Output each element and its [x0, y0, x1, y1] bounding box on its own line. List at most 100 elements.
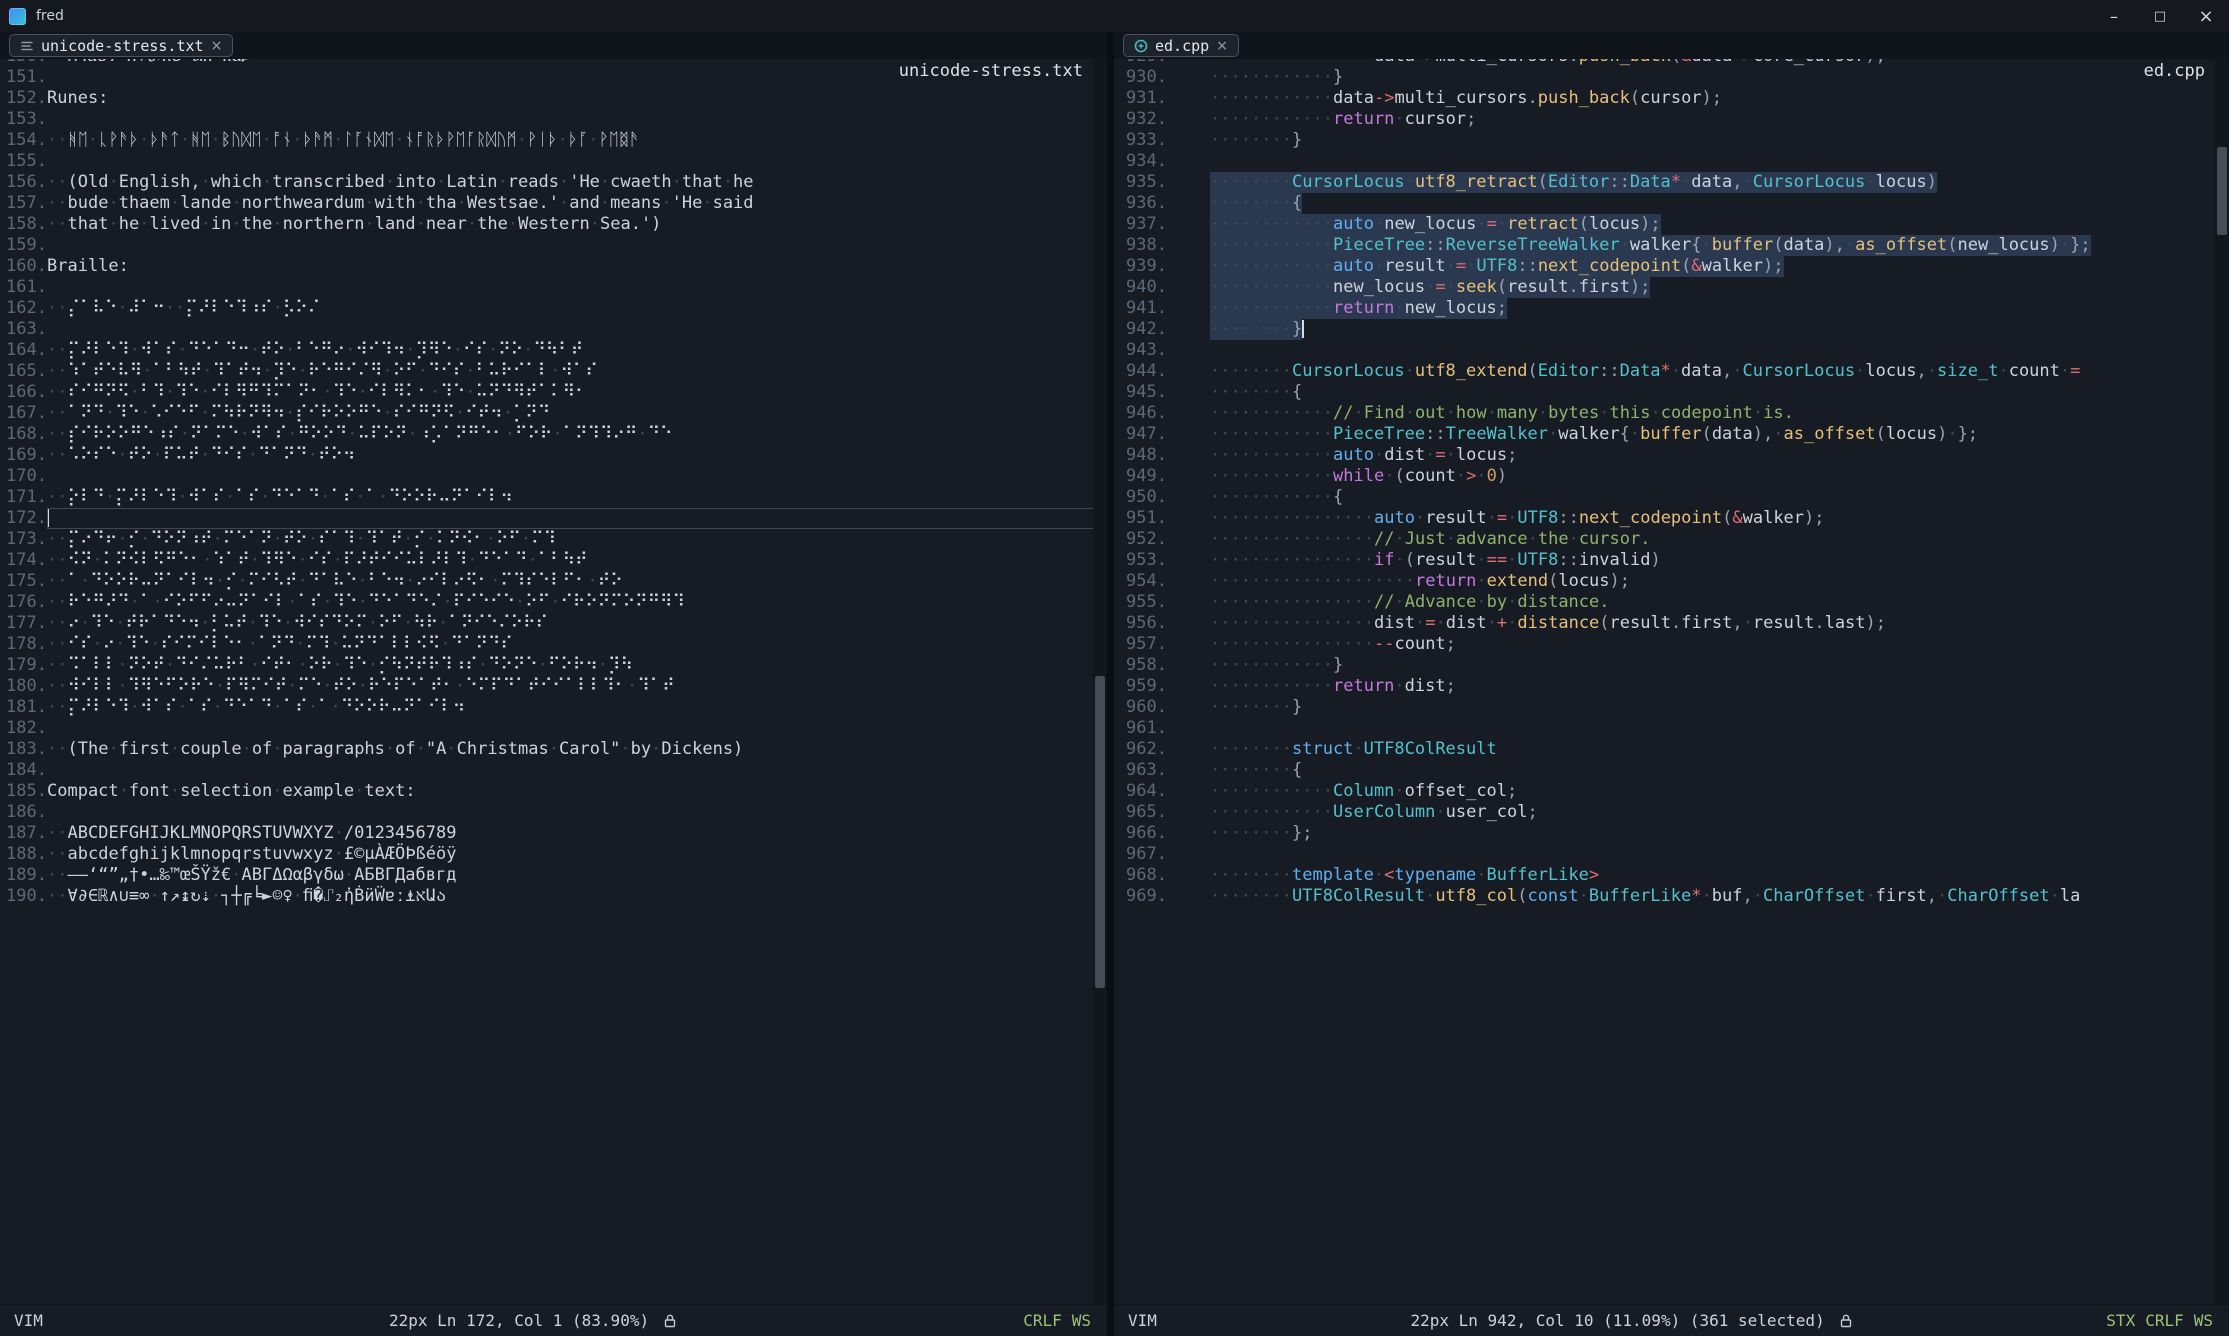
code-line[interactable]: 190.··∀∂∈ℝ∧∪≡∞·↑↗↨↻⇣·┐┼╔╘►☺♀·ﬁ�⑀₂ἠḂӥẄɐː⍎…	[0, 886, 1107, 907]
line-number: 965.	[1114, 802, 1210, 823]
code-line[interactable]: 162.··⡌⠁⠧⠑·⠼⠁⠒··⡍⠜⠇⠑⠹⠰⠎·⡣⠕⠌	[0, 298, 1107, 319]
code-line[interactable]: 963.········{	[1114, 760, 2229, 781]
pane-divider[interactable]	[1107, 32, 1114, 1336]
code-line[interactable]: 173.··⡍⠔⠙⠖·⡊·⠙⠕⠝⠰⠞·⠍⠑⠁⠝·⠞⠕·⠎⠁⠹·⠹⠁⠞·⡊·⠅⠝⠪…	[0, 529, 1107, 550]
text-cursor	[47, 509, 49, 527]
code-line[interactable]: 943.	[1114, 340, 2229, 361]
code-line[interactable]: 181.··⡍⠜⠇⠑⠹·⠺⠁⠎·⠁⠎·⠙⠑⠁⠙·⠁⠎·⠁·⠙⠕⠕⠗⠤⠝⠁⠊⠇⠲	[0, 697, 1107, 718]
code-line[interactable]: 938.············PieceTree::ReverseTreeWa…	[1114, 235, 2229, 256]
code-line[interactable]: 156.··(Old·English,·which·transcribed·in…	[0, 172, 1107, 193]
code-line[interactable]: 184.	[0, 760, 1107, 781]
code-line[interactable]: 940.············new_locus·=·seek(result.…	[1114, 277, 2229, 298]
code-line[interactable]: 951.················auto·result·=·UTF8::…	[1114, 508, 2229, 529]
code-line[interactable]: 172.	[0, 508, 1107, 529]
line-content: ················if·(result·==·UTF8::inva…	[1210, 550, 2229, 571]
line-content: ················--count;	[1210, 634, 2229, 655]
code-line[interactable]: 948.············auto·dist·=·locus;	[1114, 445, 2229, 466]
code-line[interactable]: 174.··⠪⠝·⠅⠝⠪⠇⠫⠛⠑⠂·⠱⠁⠞·⠹⠻⠑·⠊⠎·⠏⠜⠞⠊⠊⠥⠇⠜⠇⠹·…	[0, 550, 1107, 571]
code-line[interactable]: 958.············}	[1114, 655, 2229, 676]
code-line[interactable]: 942.········}	[1114, 319, 2229, 340]
code-line[interactable]: 183.··(The·first·couple·of·paragraphs·of…	[0, 739, 1107, 760]
code-line[interactable]: 179.··⠩⠁⠇⠇·⠝⠕⠞·⠙⠊⠌⠥⠗⠃·⠊⠞⠂·⠕⠗·⠹⠑·⡊⠳⠝⠞⠗⠹⠰⠎…	[0, 655, 1107, 676]
code-line[interactable]: 949.············while·(count·>·0)	[1114, 466, 2229, 487]
tab-close-icon[interactable]: ×	[211, 38, 223, 54]
code-line[interactable]: 965.············UserColumn·user_col;	[1114, 802, 2229, 823]
code-line[interactable]: 929.················data->multi_cursors.…	[1114, 59, 2229, 67]
code-line[interactable]: 935.········CursorLocus·utf8_retract(Edi…	[1114, 172, 2229, 193]
scrollbar[interactable]	[1093, 59, 1107, 1304]
code-line[interactable]: 930.············}	[1114, 67, 2229, 88]
code-line[interactable]: 185.Compact·font·selection·example·text:	[0, 781, 1107, 802]
code-line[interactable]: 968.········template·<typename·BufferLik…	[1114, 865, 2229, 886]
code-line[interactable]: 178.··⠊⠎·⠔·⠹⠑·⠎⠊⠍⠊⠇⠑⠂·⠁⠝⠙·⠍⠹·⠥⠝⠙⠁⠇⠇⠪⠫·⠙⠁…	[0, 634, 1107, 655]
maximize-button[interactable]: □	[2137, 0, 2183, 32]
editor-right[interactable]: 929.················data->multi_cursors.…	[1114, 59, 2229, 1304]
code-line[interactable]: 163.	[0, 319, 1107, 340]
code-line[interactable]: 187.··ABCDEFGHIJKLMNOPQRSTUVWXYZ·/012345…	[0, 823, 1107, 844]
code-line[interactable]: 936.········{	[1114, 193, 2229, 214]
minimize-button[interactable]: –	[2091, 0, 2137, 32]
line-content: ··∀∂∈ℝ∧∪≡∞·↑↗↨↻⇣·┐┼╔╘►☺♀·ﬁ�⑀₂ἠḂӥẄɐː⍎אԱა	[47, 886, 1107, 907]
code-line[interactable]: 161.	[0, 277, 1107, 298]
code-line[interactable]: 170.	[0, 466, 1107, 487]
code-line[interactable]: 945.········{	[1114, 382, 2229, 403]
code-line[interactable]: 188.··abcdefghijklmnopqrstuvwxyz·£©µÀÆÖÞ…	[0, 844, 1107, 865]
code-line[interactable]: 952.················//·Just·advance·the·…	[1114, 529, 2229, 550]
tab-close-icon[interactable]: ×	[1216, 38, 1228, 54]
code-line[interactable]: 186.	[0, 802, 1107, 823]
code-line[interactable]: 932.············return·cursor;	[1114, 109, 2229, 130]
code-line[interactable]: 175.··⠁·⠙⠕⠕⠗⠤⠝⠁⠊⠇⠲·⡊·⠍⠊⠣⠞·⠙⠁⠧⠑·⠃⠑⠲·⠔⠊⠇⠔⠫…	[0, 571, 1107, 592]
code-line[interactable]: 160.Braille:	[0, 256, 1107, 277]
code-line[interactable]: 934.	[1114, 151, 2229, 172]
code-line[interactable]: 177.··⠔·⠹⠑·⠞⠗⠁⠙⠑⠲·⡃⠥⠞·⠹⠑·⠺⠊⠎⠙⠕⠍·⠕⠋·⠳⠗·⠁⠝…	[0, 613, 1107, 634]
code-line[interactable]: 959.············return·dist;	[1114, 676, 2229, 697]
code-line[interactable]: 157.··bude·thaem·lande·northweardum·with…	[0, 193, 1107, 214]
code-line[interactable]: 164.··⡍⠜⠇⠑⠹·⠺⠁⠎·⠙⠑⠁⠙⠒·⠞⠕·⠃⠑⠛⠔·⠺⠊⠹⠲·⡹⠻⠑·⠊…	[0, 340, 1107, 361]
code-line[interactable]: 967.	[1114, 844, 2229, 865]
code-line[interactable]: 953.················if·(result·==·UTF8::…	[1114, 550, 2229, 571]
code-line[interactable]: 167.··⠁⠝⠙·⠹⠑·⠡⠊⠑⠋·⠍⠳⠗⠝⠻⠲·⡎⠊⠗⠕⠕⠛⠑·⠎⠊⠛⠝⠫·⠊…	[0, 403, 1107, 424]
scrollbar[interactable]	[2215, 59, 2229, 1304]
code-line[interactable]: 966.········};	[1114, 823, 2229, 844]
code-line[interactable]: 171.··⡕⠇⠙·⡍⠜⠇⠑⠹·⠺⠁⠎·⠁⠎·⠙⠑⠁⠙·⠁⠎·⠁·⠙⠕⠕⠗⠤⠝⠁…	[0, 487, 1107, 508]
code-line[interactable]: 961.	[1114, 718, 2229, 739]
code-line[interactable]: 168.··⡎⠊⠗⠕⠕⠛⠑⠰⠎·⠝⠁⠍⠑·⠺⠁⠎·⠛⠕⠕⠙·⠥⠏⠕⠝·⠰⡡⠁⠝⠛…	[0, 424, 1107, 445]
code-line[interactable]: 944.········CursorLocus·utf8_extend(Edit…	[1114, 361, 2229, 382]
tab-unicode-stress-txt[interactable]: unicode-stress.txt ×	[9, 34, 233, 57]
code-line[interactable]: 155.	[0, 151, 1107, 172]
code-line[interactable]: 182.	[0, 718, 1107, 739]
code-line[interactable]: 960.········}	[1114, 697, 2229, 718]
code-line[interactable]: 931.············data->multi_cursors.push…	[1114, 88, 2229, 109]
close-button[interactable]: ×	[2183, 0, 2229, 32]
code-line[interactable]: 158.··that·he·lived·in·the·northern·land…	[0, 214, 1107, 235]
code-line[interactable]: 946.············//·Find·out·how·many·byt…	[1114, 403, 2229, 424]
code-line[interactable]: 180.··⠺⠊⠇⠇·⠹⠻⠑⠋⠕⠗⠑·⠏⠻⠍⠊⠞·⠍⠑·⠞⠕·⠗⠑⠏⠑⠁⠞⠂·⠑…	[0, 676, 1107, 697]
code-line[interactable]: 189.··–—‘“”„†•…‰™œŠŸž€·ΑΒΓΔΩαβγδω·АБВГДа…	[0, 865, 1107, 886]
code-line[interactable]: 950.············{	[1114, 487, 2229, 508]
code-line[interactable]: 937.············auto·new_locus·=·retract…	[1114, 214, 2229, 235]
code-line[interactable]: 941.············return·new_locus;	[1114, 298, 2229, 319]
code-line[interactable]: 962.········struct·UTF8ColResult	[1114, 739, 2229, 760]
code-line[interactable]: 957.················--count;	[1114, 634, 2229, 655]
code-line[interactable]: 955.················//·Advance·by·distan…	[1114, 592, 2229, 613]
title-bar[interactable]: fred – □ ×	[0, 0, 2229, 32]
code-line[interactable]: 169.··⠡⠕⠎⠑·⠞⠕·⠏⠥⠞·⠙⠊⠎·⠙⠁⠝⠙·⠞⠕⠲	[0, 445, 1107, 466]
code-line[interactable]: 947.············PieceTree::TreeWalker·wa…	[1114, 424, 2229, 445]
code-line[interactable]: 969.········UTF8ColResult·utf8_col(const…	[1114, 886, 2229, 907]
code-line[interactable]: 154.··ᚻᛖ·ᚳᚹᚫᚦ·ᚦᚫᛏ·ᚻᛖ·ᛒᚢᛞᛖ·ᚩᚾ·ᚦᚫᛗ·ᛚᚪᚾᛞᛖ·ᚾ…	[0, 130, 1107, 151]
scrollbar-thumb[interactable]	[1095, 676, 1105, 988]
code-line[interactable]: 159.	[0, 235, 1107, 256]
code-line[interactable]: 964.············Column·offset_col;	[1114, 781, 2229, 802]
scrollbar-thumb[interactable]	[2217, 147, 2227, 235]
code-line[interactable]: 939.············auto·result·=·UTF8::next…	[1114, 256, 2229, 277]
code-line[interactable]: 933.········}	[1114, 130, 2229, 151]
code-line[interactable]: 954.····················return·extend(lo…	[1114, 571, 2229, 592]
code-line[interactable]: 956.················dist·=·dist·+·distan…	[1114, 613, 2229, 634]
code-line[interactable]: 166.··⠎⠊⠛⠝⠫·⠃⠹·⠹⠑·⠊⠇⠻⠛⠹⠍⠁⠝⠂·⠹⠑·⠊⠇⠻⠅⠂·⠹⠑·…	[0, 382, 1107, 403]
tab-ed-cpp[interactable]: ed.cpp ×	[1123, 34, 1239, 57]
code-line[interactable]: 153.	[0, 109, 1107, 130]
editor-left[interactable]: 150.··እግርህን·በፍራሽህ·ልክ·ዘርጋ።151.152.Runes:1…	[0, 59, 1107, 1304]
code-line[interactable]: 152.Runes:	[0, 88, 1107, 109]
code-line[interactable]: 165.··⠱⠁⠞⠑⠧⠻·⠁⠃⠳⠞·⠹⠁⠞⠲·⡹⠑·⠗⠑⠛⠊⠌⠻·⠕⠋·⠙⠊⠎·…	[0, 361, 1107, 382]
code-line[interactable]: 176.··⠗⠑⠛⠜⠙·⠁·⠊⠕⠋⠋⠔⠤⠝⠁⠊⠇·⠁⠎·⠹⠑·⠙⠑⠁⠙⠑⠌·⠏⠊…	[0, 592, 1107, 613]
